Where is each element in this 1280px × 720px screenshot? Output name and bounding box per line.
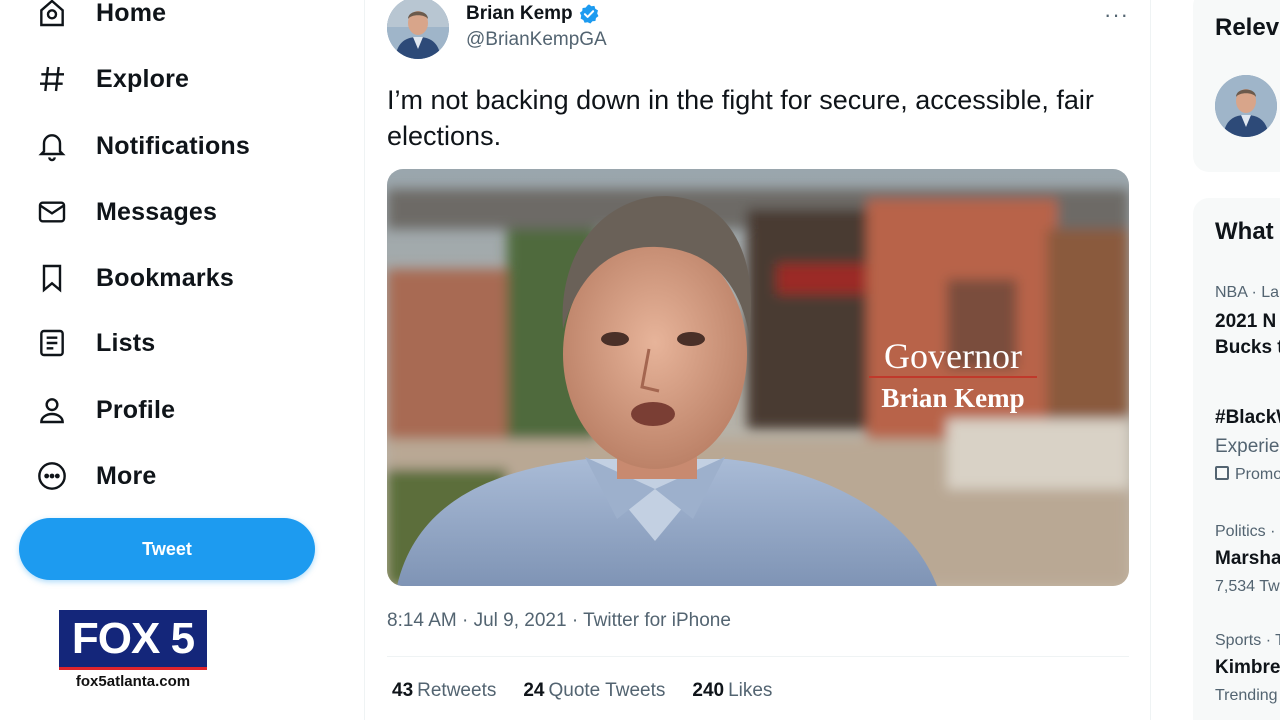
retweets-count: 43 — [392, 680, 414, 701]
tweet-timestamp[interactable]: 8:14 AM · Jul 9, 2021 · Twitter for iPho… — [387, 610, 731, 632]
quotes-count: 24 — [523, 680, 545, 701]
nav-label: Home — [96, 0, 167, 27]
trend-title[interactable]: Kimbre — [1215, 657, 1280, 679]
nav-label: Messages — [96, 197, 218, 226]
relevant-person-avatar[interactable] — [1215, 75, 1277, 137]
trends-title: What — [1215, 218, 1274, 245]
tweet-stats: 43 Retweets 24 Quote Tweets 240 Likes — [392, 680, 799, 702]
author-avatar[interactable] — [387, 0, 449, 59]
trend-status: Trending — [1215, 687, 1278, 704]
nav-item-more[interactable]: More — [30, 451, 330, 501]
bookmark-icon — [30, 256, 74, 300]
trend-context: NBA · La — [1215, 284, 1280, 301]
likes-count: 240 — [692, 680, 725, 701]
trend-title[interactable]: Bucks t — [1215, 337, 1280, 359]
nav-item-notifications[interactable]: Notifications — [30, 121, 330, 171]
promoted-label: Promo — [1215, 466, 1280, 484]
video-overlay-name: Brian Kemp — [881, 383, 1024, 413]
author-handle[interactable]: @BrianKempGA — [466, 29, 607, 51]
retweets-stat[interactable]: 43 Retweets — [392, 680, 496, 702]
nav-label: More — [96, 461, 157, 490]
fox5-url: fox5atlanta.com — [59, 670, 207, 693]
trend-context: Politics · — [1215, 523, 1276, 540]
nav-label: Notifications — [96, 131, 250, 160]
trend-count: 7,534 Tw — [1215, 578, 1280, 595]
nav-item-lists[interactable]: Lists — [30, 318, 330, 368]
home-icon — [30, 0, 74, 35]
tweet-video[interactable]: Governor Brian Kemp — [387, 169, 1129, 586]
author-name[interactable]: Brian Kemp — [466, 3, 573, 25]
nav-label: Bookmarks — [96, 263, 234, 292]
column-divider — [1150, 0, 1151, 720]
video-overlay-title: Governor — [884, 336, 1022, 376]
promoted-text: Promo — [1235, 466, 1280, 483]
nav-label: Lists — [96, 328, 156, 357]
nav-item-messages[interactable]: Messages — [30, 187, 330, 237]
video-frame-image: Governor Brian Kemp — [387, 169, 1129, 586]
likes-label: Likes — [728, 680, 773, 701]
fox5-watermark: FOX 5 fox5atlanta.com — [59, 610, 207, 696]
nav-item-home[interactable]: Home — [30, 0, 330, 38]
trend-subtitle: Experien — [1215, 436, 1280, 457]
promoted-icon — [1215, 466, 1229, 480]
twitter-page: Home Explore Notifications Messages Book — [0, 0, 1280, 720]
verified-badge-icon — [579, 4, 599, 24]
more-options-icon[interactable]: ··· — [1104, 2, 1129, 28]
trend-context: Sports · T — [1215, 632, 1280, 649]
nav-label: Profile — [96, 395, 176, 424]
bell-icon — [30, 124, 74, 168]
likes-stat[interactable]: 240 Likes — [692, 680, 772, 702]
fox5-logo-text: FOX 5 — [59, 610, 207, 670]
envelope-icon — [30, 190, 74, 234]
trend-title[interactable]: #BlackW — [1215, 407, 1280, 429]
trend-title[interactable]: Marsha — [1215, 548, 1280, 570]
divider — [387, 656, 1129, 657]
quote-tweets-stat[interactable]: 24 Quote Tweets — [523, 680, 665, 702]
nav-item-profile[interactable]: Profile — [30, 385, 330, 435]
tweet-text: I’m not backing down in the fight for se… — [387, 85, 1094, 151]
nav-item-bookmarks[interactable]: Bookmarks — [30, 253, 330, 303]
quotes-label: Quote Tweets — [548, 680, 666, 701]
column-divider — [364, 0, 365, 720]
nav-item-explore[interactable]: Explore — [30, 54, 330, 104]
person-icon — [30, 388, 74, 432]
trend-title[interactable]: 2021 N — [1215, 311, 1276, 333]
retweets-label: Retweets — [417, 680, 497, 701]
more-circle-icon — [30, 454, 74, 498]
hashtag-icon — [30, 57, 74, 101]
list-icon — [30, 321, 74, 365]
tweet-button[interactable]: Tweet — [19, 518, 315, 580]
nav-label: Explore — [96, 64, 190, 93]
relevant-people-title: Relev — [1215, 14, 1280, 41]
